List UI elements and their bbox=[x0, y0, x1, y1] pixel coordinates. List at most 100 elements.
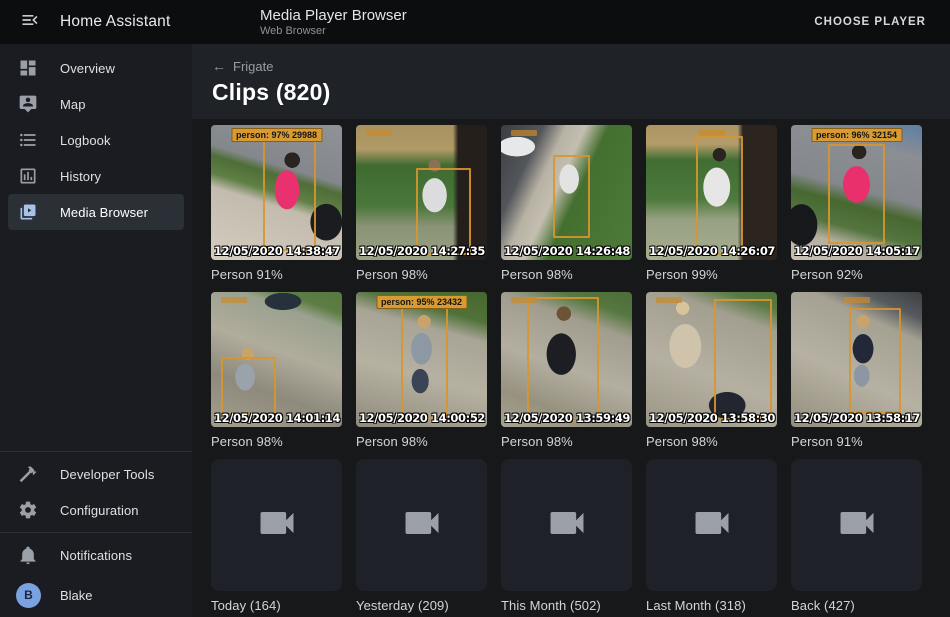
clip-caption: Person 98% bbox=[356, 267, 487, 282]
clip-thumbnail: 12/05/2020 14:26:48 bbox=[501, 125, 632, 260]
clip-timestamp: 12/05/2020 14:00:52 bbox=[359, 411, 485, 425]
clip-thumbnail: 12/05/2020 14:27:35 bbox=[356, 125, 487, 260]
sidebar-item-label: Media Browser bbox=[60, 205, 148, 220]
app-title: Home Assistant bbox=[60, 13, 170, 31]
detection-label: person: 96% 32154 bbox=[811, 128, 902, 142]
video-camera-icon bbox=[545, 501, 589, 550]
clip-caption: Person 91% bbox=[211, 267, 342, 282]
home-assistant-window: Home Assistant Media Player Browser Web … bbox=[0, 0, 950, 617]
clip-timestamp: 12/05/2020 14:27:35 bbox=[359, 244, 485, 258]
video-camera-icon bbox=[690, 501, 734, 550]
clip-timestamp: 12/05/2020 13:59:49 bbox=[504, 411, 630, 425]
player-title: Media Player Browser bbox=[260, 7, 407, 24]
sidebar-item-label: Configuration bbox=[60, 503, 139, 518]
folder-item-back[interactable]: Back (427) bbox=[791, 459, 922, 613]
clip-timestamp: 12/05/2020 14:38:47 bbox=[214, 244, 340, 258]
clip-timestamp: 12/05/2020 14:26:48 bbox=[504, 244, 630, 258]
back-arrow-icon: ← bbox=[212, 58, 226, 74]
clip-item[interactable]: person: 95% 23432 12/05/2020 14:00:52 Pe… bbox=[356, 292, 487, 449]
clip-thumbnail: person: 96% 32154 12/05/2020 14:05:17 bbox=[791, 125, 922, 260]
sidebar-item-label: Logbook bbox=[60, 133, 111, 148]
logbook-icon bbox=[18, 130, 38, 150]
sidebar-item-label: Developer Tools bbox=[60, 467, 154, 482]
player-title-block: Media Player Browser Web Browser bbox=[260, 7, 407, 38]
sidebar-item-logbook[interactable]: Logbook bbox=[8, 122, 184, 158]
clip-item[interactable]: person: 97% 29988 12/05/2020 14:38:47 Pe… bbox=[211, 125, 342, 282]
dashboard-icon bbox=[18, 58, 38, 78]
detection-bounding-box bbox=[221, 357, 276, 416]
detection-bounding-box bbox=[553, 155, 590, 239]
clip-item[interactable]: person: 96% 32154 12/05/2020 14:05:17 Pe… bbox=[791, 125, 922, 282]
folder-item-yesterday[interactable]: Yesterday (209) bbox=[356, 459, 487, 613]
sidebar-divider bbox=[0, 532, 192, 533]
detection-bounding-box bbox=[714, 299, 772, 421]
clip-thumbnail: person: 97% 29988 12/05/2020 14:38:47 bbox=[211, 125, 342, 260]
sidebar-user-profile[interactable]: B Blake bbox=[8, 573, 184, 617]
folder-label: This Month (502) bbox=[501, 598, 632, 613]
sidebar-item-label: Overview bbox=[60, 61, 115, 76]
clip-item[interactable]: 12/05/2020 13:58:17 Person 91% bbox=[791, 292, 922, 449]
back-link-label: Frigate bbox=[233, 59, 273, 74]
clip-item[interactable]: 12/05/2020 13:59:49 Person 98% bbox=[501, 292, 632, 449]
avatar: B bbox=[16, 583, 41, 608]
folder-label: Last Month (318) bbox=[646, 598, 777, 613]
clip-caption: Person 98% bbox=[356, 434, 487, 449]
folder-card bbox=[791, 459, 922, 591]
back-link-frigate[interactable]: ← Frigate bbox=[212, 58, 273, 74]
sidebar-item-label: History bbox=[60, 169, 101, 184]
folder-item-today[interactable]: Today (164) bbox=[211, 459, 342, 613]
choose-player-button[interactable]: CHOOSE PLAYER bbox=[806, 8, 934, 36]
clip-item[interactable]: 12/05/2020 13:58:30 Person 98% bbox=[646, 292, 777, 449]
sidebar-item-developer-tools[interactable]: Developer Tools bbox=[8, 456, 184, 492]
clip-caption: Person 98% bbox=[646, 434, 777, 449]
clip-thumbnail: 12/05/2020 14:26:07 bbox=[646, 125, 777, 260]
sidebar-divider bbox=[0, 451, 192, 452]
clip-caption: Person 92% bbox=[791, 267, 922, 282]
detection-bounding-box bbox=[416, 168, 471, 254]
folder-label: Yesterday (209) bbox=[356, 598, 487, 613]
clip-thumbnail: person: 95% 23432 12/05/2020 14:00:52 bbox=[356, 292, 487, 427]
sidebar-item-history[interactable]: History bbox=[8, 158, 184, 194]
clips-grid: person: 97% 29988 12/05/2020 14:38:47 Pe… bbox=[192, 119, 950, 613]
sidebar-item-overview[interactable]: Overview bbox=[8, 50, 184, 86]
map-icon bbox=[18, 94, 38, 114]
folder-item-last-month[interactable]: Last Month (318) bbox=[646, 459, 777, 613]
clip-item[interactable]: 12/05/2020 14:26:48 Person 98% bbox=[501, 125, 632, 282]
clip-timestamp: 12/05/2020 13:58:17 bbox=[794, 411, 920, 425]
clip-item[interactable]: 12/05/2020 14:26:07 Person 99% bbox=[646, 125, 777, 282]
clip-item[interactable]: 12/05/2020 14:01:14 Person 98% bbox=[211, 292, 342, 449]
detection-bounding-box bbox=[527, 297, 599, 421]
clip-timestamp: 12/05/2020 14:01:14 bbox=[214, 411, 340, 425]
menu-open-icon bbox=[20, 10, 40, 35]
sidebar-item-configuration[interactable]: Configuration bbox=[8, 492, 184, 528]
clip-thumbnail: 12/05/2020 14:01:14 bbox=[211, 292, 342, 427]
detection-label: person: 95% 23432 bbox=[376, 295, 467, 309]
video-camera-icon bbox=[835, 501, 879, 550]
clip-timestamp: 12/05/2020 13:58:30 bbox=[649, 411, 775, 425]
clip-thumbnail: 12/05/2020 13:59:49 bbox=[501, 292, 632, 427]
detection-bounding-box bbox=[263, 134, 315, 250]
clip-thumbnail: 12/05/2020 13:58:30 bbox=[646, 292, 777, 427]
content-header: ← Frigate Clips (820) bbox=[192, 44, 950, 119]
media-browser-icon bbox=[18, 202, 38, 222]
folder-card bbox=[501, 459, 632, 591]
sidebar-item-media-browser[interactable]: Media Browser bbox=[8, 194, 184, 230]
clip-caption: Person 98% bbox=[211, 434, 342, 449]
sidebar-item-notifications[interactable]: Notifications bbox=[8, 537, 184, 573]
clip-caption: Person 91% bbox=[791, 434, 922, 449]
clip-item[interactable]: 12/05/2020 14:27:35 Person 98% bbox=[356, 125, 487, 282]
player-subtitle: Web Browser bbox=[260, 25, 407, 38]
clip-timestamp: 12/05/2020 14:26:07 bbox=[649, 244, 775, 258]
sidebar-toggle-button[interactable] bbox=[18, 10, 42, 34]
detection-bounding-box bbox=[849, 308, 901, 413]
hammer-icon bbox=[18, 464, 38, 484]
folder-item-this-month[interactable]: This Month (502) bbox=[501, 459, 632, 613]
folder-label: Today (164) bbox=[211, 598, 342, 613]
topbar-left: Home Assistant bbox=[0, 10, 192, 34]
sidebar-item-label: Map bbox=[60, 97, 86, 112]
sidebar-item-map[interactable]: Map bbox=[8, 86, 184, 122]
clip-caption: Person 99% bbox=[646, 267, 777, 282]
clip-thumbnail: 12/05/2020 13:58:17 bbox=[791, 292, 922, 427]
folder-card bbox=[356, 459, 487, 591]
clip-timestamp: 12/05/2020 14:05:17 bbox=[794, 244, 920, 258]
